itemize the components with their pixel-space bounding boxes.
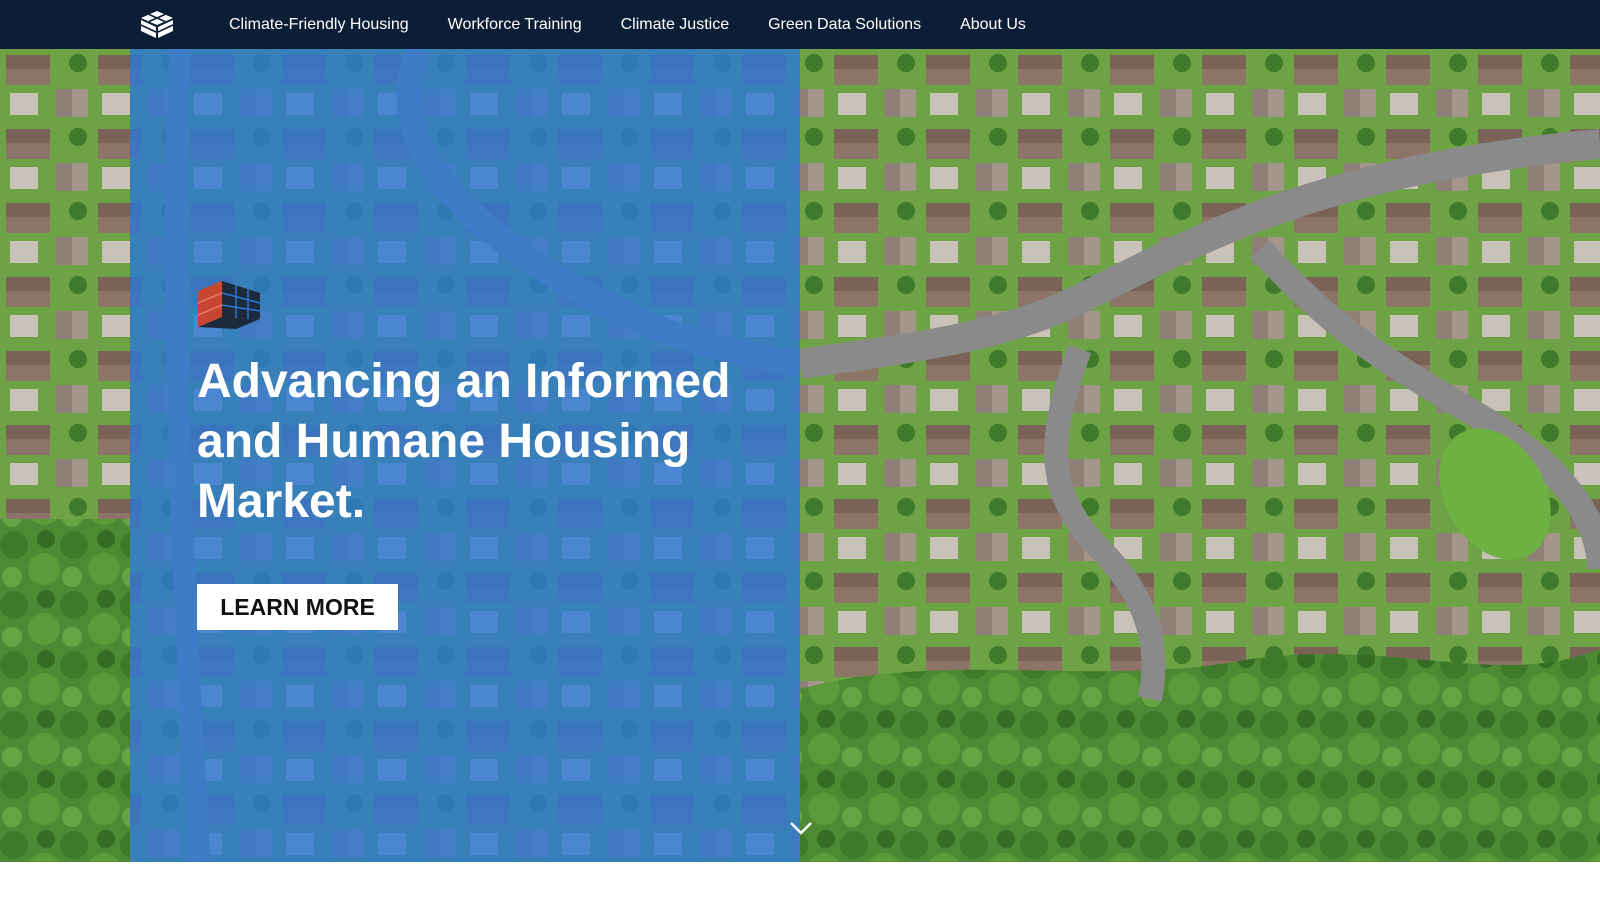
top-nav: Climate-Friendly Housing Workforce Train…: [0, 0, 1600, 49]
nav-about-us[interactable]: About Us: [960, 16, 1026, 34]
nav-workforce-training[interactable]: Workforce Training: [448, 16, 582, 34]
chevron-down-icon[interactable]: [789, 820, 813, 836]
hero-section: Advancing an Informed and Humane Housing…: [0, 49, 1600, 862]
nav-climate-friendly-housing[interactable]: Climate-Friendly Housing: [229, 16, 409, 34]
cube-logo-icon[interactable]: [137, 9, 177, 39]
hero-heading: Advancing an Informed and Humane Housing…: [197, 355, 731, 528]
learn-more-button[interactable]: LEARN MORE: [197, 584, 398, 630]
nav-climate-justice[interactable]: Climate Justice: [621, 16, 729, 34]
isometric-cube-icon: [197, 281, 261, 329]
nav-green-data-solutions[interactable]: Green Data Solutions: [768, 16, 921, 34]
main-menu: Climate-Friendly Housing Workforce Train…: [229, 0, 1065, 49]
